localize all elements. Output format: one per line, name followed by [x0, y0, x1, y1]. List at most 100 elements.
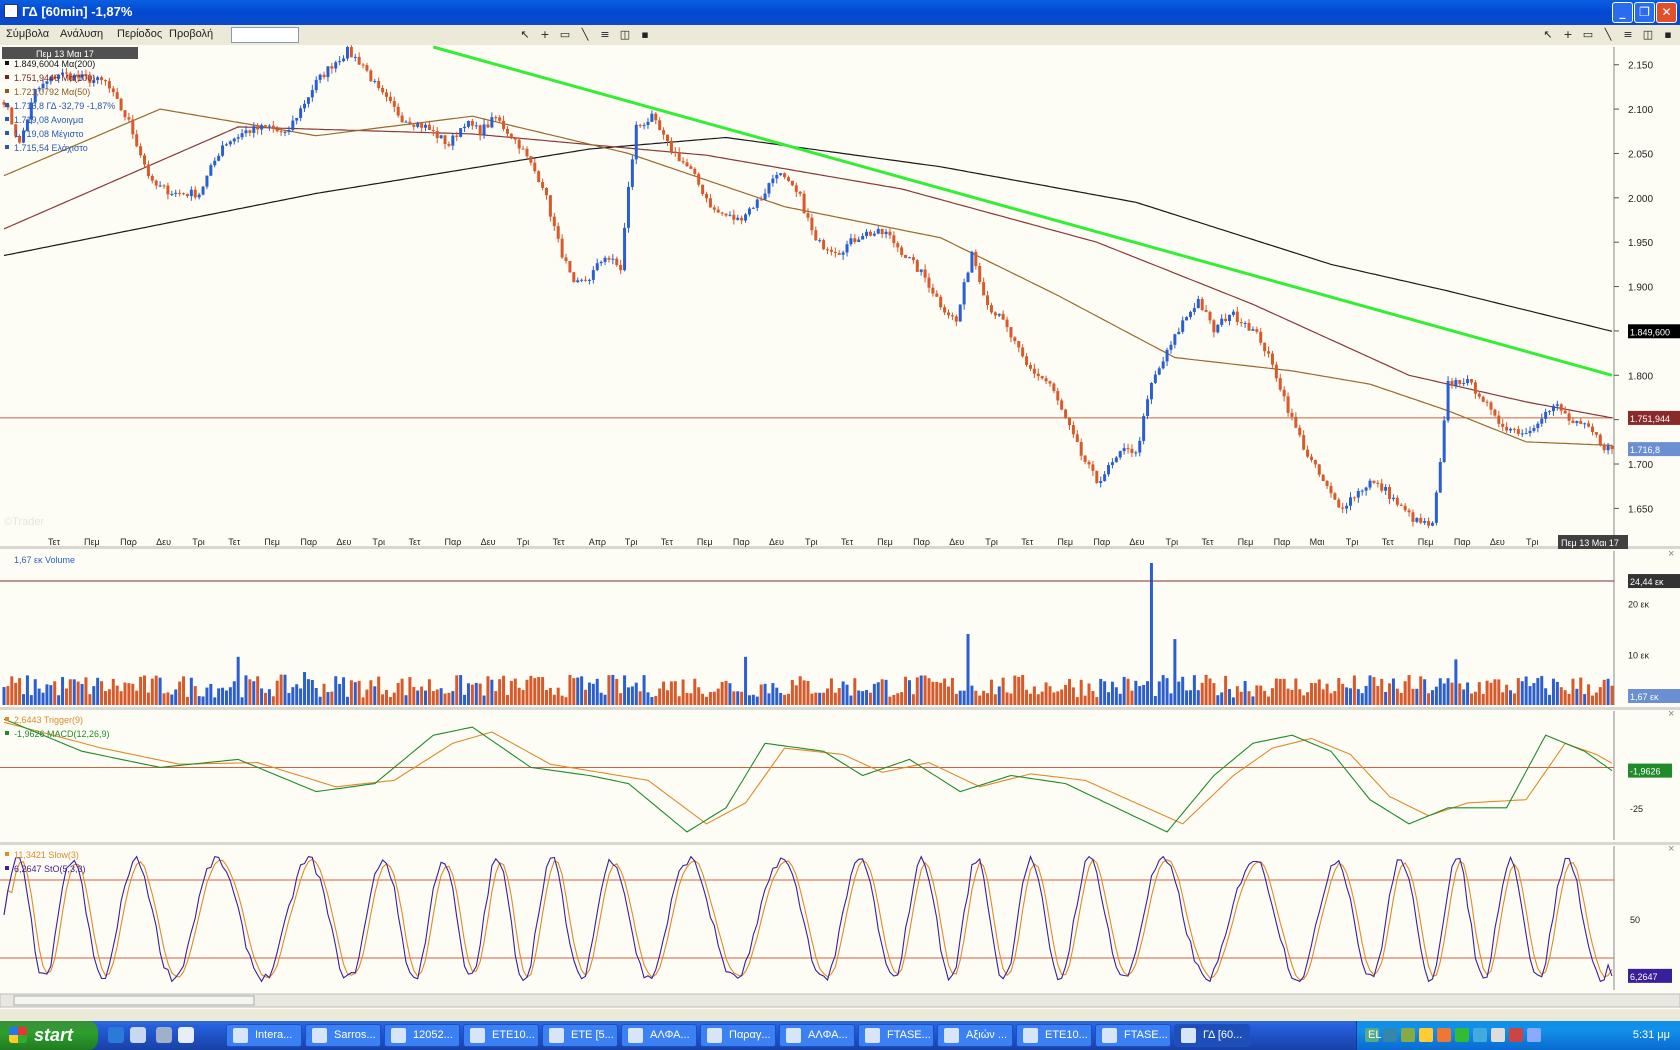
volume-bar — [517, 687, 521, 705]
taskbar-button-label: ΓΔ [60... — [1203, 1029, 1243, 1041]
clock[interactable]: 5:31 μμ — [1633, 1029, 1670, 1041]
x-tick-label: Δευ — [481, 537, 496, 547]
volume-ref-badge: 24,44 εκ — [1630, 577, 1664, 587]
taskbar-button[interactable]: ΑΛΦΑ... — [779, 1024, 855, 1047]
taskbar-button[interactable]: Παραγ... — [700, 1024, 776, 1047]
volume-bar — [533, 678, 537, 705]
candle-body — [303, 103, 307, 109]
save-icon[interactable]: ▪ — [637, 27, 653, 43]
volume-bar — [1009, 693, 1013, 705]
menu-view[interactable]: Προβολή — [169, 28, 213, 40]
lines-icon[interactable]: ≡ — [1620, 27, 1636, 43]
menu-analysis[interactable]: Ανάλυση — [60, 28, 103, 40]
legend-entry: 1.849,6004 Μα(200) — [14, 59, 95, 69]
taskbar-button[interactable]: FTASE... — [1095, 1024, 1171, 1047]
language-indicator[interactable]: EL — [1368, 1029, 1381, 1041]
candle-body — [1606, 445, 1610, 451]
candle-body — [884, 231, 888, 235]
candle-body — [1411, 512, 1415, 522]
tray-app-icon[interactable] — [1437, 1028, 1451, 1042]
candle-body — [455, 135, 459, 137]
taskbar-button[interactable]: ΓΔ [60... — [1174, 1024, 1250, 1047]
volume-bar — [607, 675, 611, 705]
taskbar-button[interactable]: ETE [5... — [542, 1024, 618, 1047]
tray-app-icon[interactable] — [1455, 1028, 1469, 1042]
minimize-button[interactable]: _ — [1612, 2, 1633, 23]
taskbar-button[interactable]: Sarros... — [305, 1024, 381, 1047]
volume-bar — [654, 695, 658, 705]
taskbar-button[interactable]: ETE10... — [1016, 1024, 1092, 1047]
panel-close-icon[interactable]: × — [1668, 708, 1674, 720]
pointer-icon[interactable]: ↖ — [1540, 27, 1556, 43]
tray-app-icon[interactable] — [1509, 1028, 1523, 1042]
candle-body — [388, 96, 392, 102]
candle-body — [345, 47, 349, 59]
tray-app-icon[interactable] — [1401, 1028, 1415, 1042]
candle-body — [1415, 517, 1419, 522]
close-button[interactable]: ✕ — [1656, 2, 1677, 23]
candle-body — [607, 257, 611, 260]
taskbar-button[interactable]: ΑΛΦΑ... — [621, 1024, 697, 1047]
symbol-input[interactable] — [231, 27, 299, 43]
window-icon — [786, 1028, 801, 1043]
volume-bar — [650, 697, 654, 705]
volume-bar — [1224, 675, 1228, 705]
candle-body — [107, 81, 111, 89]
taskbar-button[interactable]: FTASE... — [858, 1024, 934, 1047]
taskbar-button[interactable]: ETE10... — [463, 1024, 539, 1047]
h-scroll-thumb[interactable] — [13, 995, 255, 1006]
tray-app-icon[interactable] — [1383, 1028, 1397, 1042]
menu-bar: Σύμβολα Ανάλυση Περίοδος Προβολή ↖ + ▭ ╲… — [0, 25, 1680, 45]
candle-body — [1317, 464, 1321, 475]
lines-icon[interactable]: ≡ — [597, 27, 613, 43]
panel-close-icon[interactable]: × — [1668, 843, 1674, 855]
menu-period[interactable]: Περίοδος — [117, 28, 162, 40]
candle-body — [1337, 499, 1341, 508]
panel-close-icon[interactable]: × — [1668, 548, 1674, 560]
chart-icon[interactable]: ◫ — [617, 27, 633, 43]
candle-body — [701, 184, 705, 194]
candle-body — [381, 87, 385, 93]
volume-bar — [1177, 681, 1181, 705]
desktop-icon[interactable] — [178, 1027, 194, 1043]
taskbar-button[interactable]: Intera... — [226, 1024, 302, 1047]
line-icon[interactable]: ╲ — [1600, 27, 1616, 43]
chart-icon[interactable]: ◫ — [1640, 27, 1656, 43]
candle-body — [1391, 497, 1395, 500]
rectangle-icon[interactable]: ▭ — [557, 27, 573, 43]
tray-app-icon[interactable] — [1491, 1028, 1505, 1042]
line-icon[interactable]: ╲ — [577, 27, 593, 43]
menu-symbols[interactable]: Σύμβολα — [6, 28, 49, 40]
start-button[interactable]: start — [0, 1021, 98, 1050]
crosshair-icon[interactable]: + — [1560, 27, 1576, 43]
taskbar-button[interactable]: Αξιών ... — [937, 1024, 1013, 1047]
shield-icon[interactable] — [1419, 1028, 1433, 1042]
volume-bar — [747, 695, 751, 705]
volume-bar — [470, 684, 474, 705]
volume-bar — [1052, 692, 1056, 705]
rectangle-icon[interactable]: ▭ — [1580, 27, 1596, 43]
candle-body — [798, 191, 802, 194]
chart-svg[interactable]: 2.1502.1002.0502.0001.9501.9001.8501.800… — [0, 45, 1680, 1009]
tray-app-icon[interactable] — [1473, 1028, 1487, 1042]
candle-body — [1466, 379, 1470, 384]
chart-area[interactable]: 2.1502.1002.0502.0001.9501.9001.8501.800… — [0, 45, 1680, 1009]
volume-bar — [424, 690, 428, 705]
ie-icon[interactable] — [108, 1027, 124, 1043]
pointer-icon[interactable]: ↖ — [517, 27, 533, 43]
maximize-button[interactable]: ❐ — [1634, 2, 1655, 23]
candle-body — [209, 165, 213, 176]
candle-body — [806, 213, 810, 218]
volume-icon[interactable] — [1527, 1028, 1541, 1042]
media-icon[interactable] — [156, 1027, 172, 1043]
volume-bar — [420, 686, 424, 705]
volume-y-tick: 10 εκ — [1628, 650, 1650, 660]
crosshair-icon[interactable]: + — [537, 27, 553, 43]
volume-bar — [299, 688, 303, 705]
volume-bar — [642, 675, 646, 705]
save-icon[interactable]: ▪ — [1660, 27, 1676, 43]
ie-icon[interactable] — [130, 1027, 146, 1043]
candle-body — [720, 212, 724, 214]
volume-bar — [1458, 683, 1462, 705]
taskbar-button[interactable]: 12052... — [384, 1024, 460, 1047]
